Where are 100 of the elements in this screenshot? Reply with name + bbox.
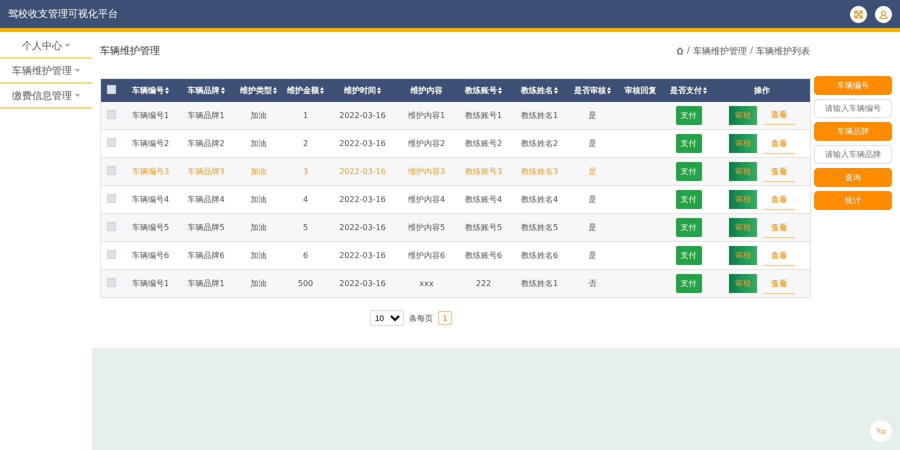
pay-button[interactable]: 支付 [676, 246, 702, 265]
table-cell: 车辆品牌1 [187, 110, 225, 120]
table-cell: 是 [588, 251, 596, 260]
table-cell: 加油 [250, 223, 266, 232]
pay-button[interactable]: 支付 [676, 162, 702, 181]
table-cell: 车辆编号6 [132, 251, 170, 260]
table-cell: 加油 [250, 279, 266, 288]
table-cell: 维护内容3 [408, 167, 446, 176]
view-button[interactable]: 查看 [762, 274, 795, 294]
table-cell: 2022-03-16 [339, 167, 386, 176]
sidebar-item[interactable]: 车辆维护管理 [0, 59, 92, 84]
sort-icon [165, 86, 169, 94]
table-cell: 教练账号6 [464, 251, 502, 260]
view-button[interactable]: 查看 [762, 105, 795, 126]
action-button[interactable]: 查询 [814, 168, 892, 187]
page-button[interactable]: 1 [438, 311, 452, 325]
sort-icon [703, 86, 707, 94]
row-checkbox[interactable] [107, 278, 116, 287]
pay-button[interactable]: 支付 [676, 274, 702, 293]
view-button[interactable]: 查看 [762, 190, 795, 210]
row-checkbox[interactable] [107, 194, 116, 203]
fullscreen-button[interactable] [850, 6, 867, 22]
table-cell: 500 [298, 279, 314, 288]
row-checkbox[interactable] [107, 110, 116, 119]
row-checkbox[interactable] [107, 250, 116, 259]
user-button[interactable] [875, 6, 892, 22]
table-cell: 6 [302, 251, 308, 260]
table-cell: 维护内容5 [408, 223, 446, 232]
audit-button[interactable]: 审核 [728, 274, 757, 293]
search-field[interactable]: 请输入车辆品牌 [814, 145, 892, 164]
table-cell: 222 [476, 279, 492, 288]
select-all-checkbox[interactable] [107, 84, 116, 94]
view-button[interactable]: 查看 [762, 246, 795, 266]
table-row[interactable]: 车辆编号4 车辆品牌4 加油 4 2022-03-16 维护内容4 教练账号4 教练姓名4 是 支付 审核 查看 [100, 186, 810, 214]
table-cell: 车辆编号3 [132, 167, 170, 176]
table-cell: 3 [302, 167, 308, 176]
table-cell: 是 [588, 110, 596, 120]
view-button[interactable]: 查看 [762, 218, 795, 238]
table-cell: 否 [588, 279, 596, 288]
pay-button[interactable]: 支付 [676, 218, 702, 237]
view-button[interactable]: 查看 [762, 162, 795, 182]
breadcrumb-separator: / [750, 46, 753, 56]
search-field[interactable]: 请输入车辆编号 [814, 99, 892, 118]
table-row[interactable]: 车辆编号6 车辆品牌6 加油 6 2022-03-16 维护内容6 教练账号6 教练姓名6 是 支付 审核 查看 [100, 242, 810, 270]
user-icon [879, 10, 888, 18]
table-cell: 是 [588, 223, 596, 232]
table-cell: 维护内容1 [408, 110, 446, 120]
table-row[interactable]: 车辆编号1 车辆品牌1 加油 1 2022-03-16 维护内容1 教练账号1 教练姓名1 是 支付 审核 查看 [100, 102, 810, 130]
audit-button[interactable]: 审核 [728, 134, 757, 153]
home-icon[interactable] [676, 47, 684, 55]
audit-button[interactable]: 审核 [728, 218, 757, 237]
table-cell: 车辆品牌5 [187, 223, 225, 232]
page-size-select[interactable]: 10 [370, 310, 404, 326]
sidebar-item[interactable]: 个人中心 [0, 34, 92, 59]
table-cell: 加油 [250, 139, 266, 148]
table-row[interactable]: 车辆编号5 车辆品牌5 加油 5 2022-03-16 维护内容5 教练账号5 教练姓名5 是 支付 审核 查看 [100, 214, 810, 242]
breadcrumb-link[interactable]: 车辆维护列表 [756, 44, 810, 58]
sidebar-item[interactable]: 缴费信息管理 [0, 84, 92, 109]
table-cell: 教练账号1 [464, 110, 502, 120]
table-cell: 2022-03-16 [339, 223, 386, 232]
audit-button[interactable]: 审核 [728, 162, 757, 181]
row-checkbox[interactable] [107, 166, 116, 175]
caret-icon [75, 69, 80, 72]
page-title: 车辆维护管理 [100, 44, 160, 58]
column-header: 操作 [754, 84, 770, 96]
table-cell: 教练姓名6 [520, 251, 558, 260]
table-cell: 车辆编号1 [132, 279, 170, 288]
pay-button[interactable]: 支付 [676, 134, 702, 153]
table-cell: 维护内容2 [408, 139, 446, 148]
audit-button[interactable]: 审核 [728, 190, 757, 209]
row-checkbox[interactable] [107, 138, 116, 147]
row-checkbox[interactable] [107, 222, 116, 231]
sort-icon [320, 86, 324, 94]
audit-button[interactable]: 审核 [728, 246, 757, 265]
table-cell: 教练姓名2 [520, 139, 558, 148]
table-cell: 维护内容4 [408, 195, 446, 204]
table-cell: 是 [588, 195, 596, 204]
search-label: 车辆编号 [814, 76, 892, 95]
audit-button[interactable]: 审核 [728, 106, 757, 125]
table-cell: 是 [588, 167, 596, 176]
table-cell: 2022-03-16 [339, 195, 386, 204]
table-cell: 4 [302, 195, 308, 204]
breadcrumb-link[interactable]: 车辆维护管理 [692, 44, 747, 58]
column-header: 审核回复 [624, 84, 656, 96]
expand-icon [854, 10, 863, 18]
table-row[interactable]: 车辆编号2 车辆品牌2 加油 2 2022-03-16 维护内容2 教练账号2 教练姓名2 是 支付 审核 查看 [100, 130, 810, 158]
view-button[interactable]: 查看 [762, 134, 795, 154]
table-cell: 2 [302, 139, 308, 148]
table-cell: 车辆品牌4 [187, 195, 225, 204]
table-row[interactable]: 车辆编号3 车辆品牌3 加油 3 2022-03-16 维护内容3 教练账号3 教练姓名3 是 支付 审核 查看 [100, 158, 810, 186]
page-size-label: 条每页 [409, 312, 433, 324]
pay-button[interactable]: 支付 [676, 106, 702, 125]
pay-button[interactable]: 支付 [676, 190, 702, 209]
table-cell: 车辆品牌1 [187, 279, 225, 288]
sort-icon [220, 86, 224, 94]
table-row[interactable]: 车辆编号1 车辆品牌1 加油 500 2022-03-16 xxx 222 教练姓名1 否 支付 审核 查看 [100, 270, 810, 298]
sort-icon [554, 86, 558, 94]
table-cell: 加油 [250, 110, 266, 120]
sort-icon [377, 86, 381, 94]
action-button[interactable]: 统计 [814, 191, 892, 210]
